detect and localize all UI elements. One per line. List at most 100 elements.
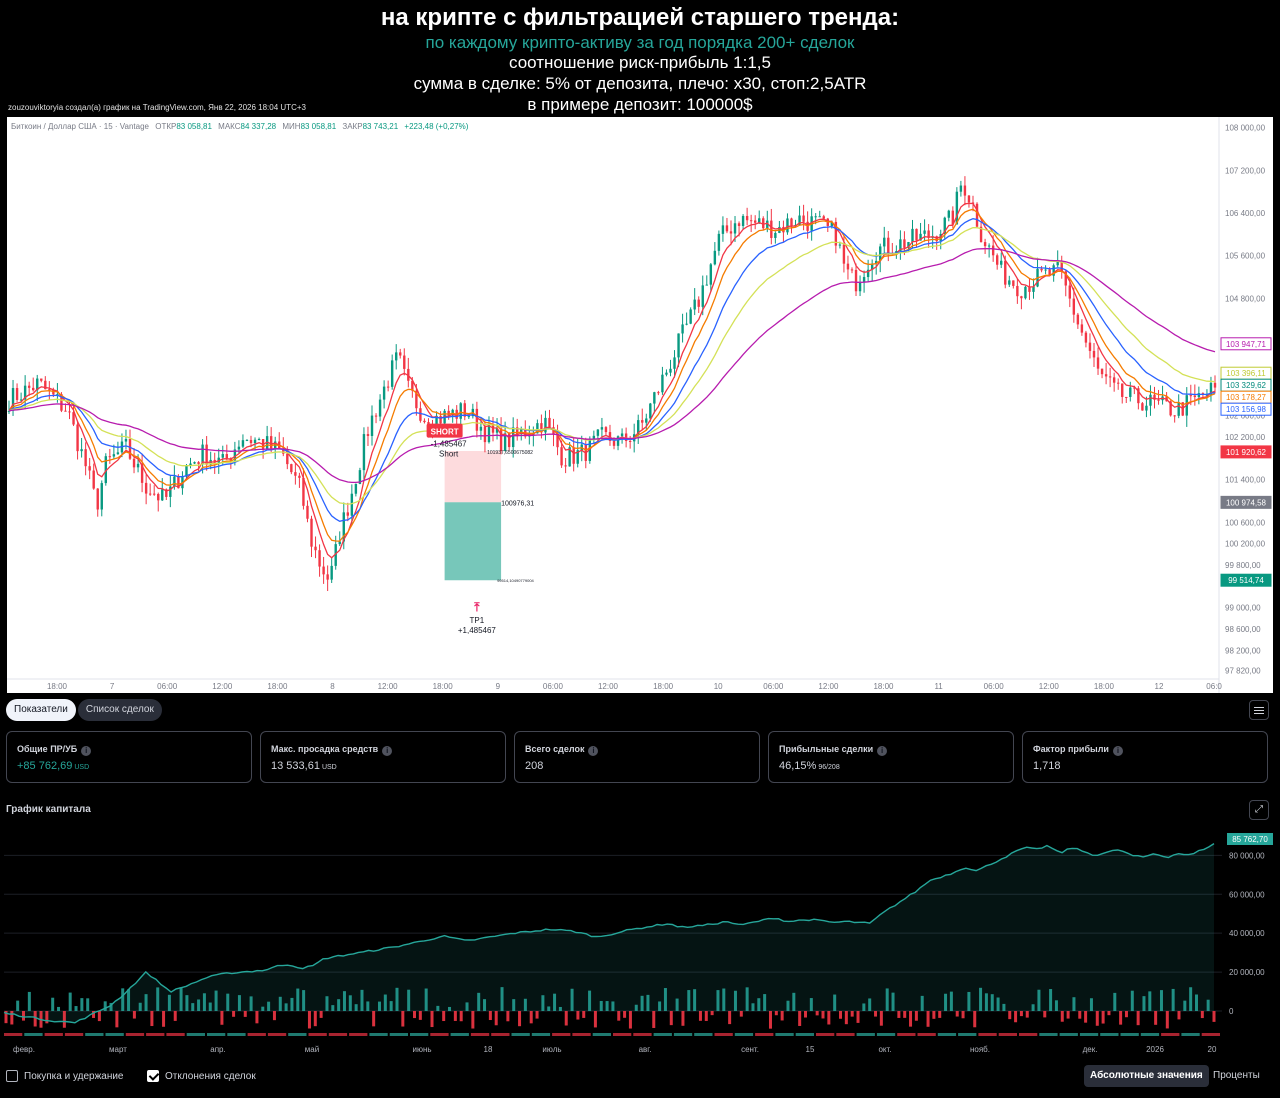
percent-button[interactable]: Проценты [1207,1065,1266,1087]
trade-deviation-bar [319,1011,323,1018]
trade-deviation-bar [757,998,761,1011]
trade-timeline-segment [653,1033,672,1036]
candle-body [1088,342,1092,351]
trade-deviation-bar [979,987,983,1011]
candle-body [314,546,317,551]
candle-body [1072,298,1076,315]
trade-deviation-bar [780,1011,784,1021]
chart-attribution: zouzouviktoryia создал(а) график на Trad… [8,103,306,112]
trade-timeline-segment [613,1033,632,1036]
price-line-label: 103 947,71 [1226,340,1267,349]
trade-deviation-bar [669,1011,673,1026]
candle-body [673,357,676,369]
trade-deviation-bar [1194,994,1198,1011]
price-line-label: 100 974,58 [1226,498,1267,507]
candle-body [846,263,850,270]
candle-body [318,550,321,567]
candle-body [604,427,608,433]
trade-timeline-segment [1059,1033,1078,1036]
candle-body [661,374,664,393]
trade-deviation-bar [272,1011,276,1021]
candle-body [786,218,789,233]
candle-body [499,428,503,451]
trade-deviation-bar [599,1000,603,1011]
candle-body [1129,387,1132,397]
stat-label-text: Макс. просадка средств [271,744,379,754]
trade-deviation-checkbox[interactable] [147,1070,159,1082]
price-line-label: 101 920,62 [1226,448,1267,457]
trade-deviation-bar [179,987,183,1011]
candle-body [1000,260,1003,265]
trade-deviation-bar [617,1011,621,1021]
risk-reward-line: соотношение риск-прибыль 1:1,5 [509,53,771,72]
stat-label: Общие ПР/УБ i [17,744,92,756]
candle-body [310,518,313,547]
absolute-values-button[interactable]: Абсолютные значения [1084,1065,1209,1087]
info-icon[interactable]: i [81,746,92,756]
candle-body [100,483,103,510]
stat-value-text: +85 762,69 [17,760,73,772]
trade-deviation-bar [418,1011,422,1020]
price-chart[interactable]: 108 000,00 107 200,00 106 400,00 105 600,00… [7,117,1273,693]
equity-chart-canvas[interactable]: 80 000,00 60 000,00 40 000,00 20 000,00 0 85 … [0,824,1280,1060]
price-chart-canvas[interactable]: 108 000,00 107 200,00 106 400,00 105 600,00… [7,117,1273,693]
expand-icon[interactable]: ⤢ [1249,800,1269,820]
trade-deviation-bar [990,994,994,1011]
trade-deviation-bar [121,988,125,1011]
candle-body [245,439,249,441]
candle-body [693,299,696,310]
trade-deviation-bar [290,997,294,1011]
buy-hold-checkbox[interactable] [6,1070,18,1082]
time-tick-label: 9 [496,682,501,691]
candle-body [1112,377,1116,383]
info-icon[interactable]: i [382,746,393,756]
trade-deviation-bar [681,1011,685,1026]
candle-body [108,456,112,458]
candle-body [467,416,471,418]
trade-deviation-bar [348,995,352,1011]
trade-deviation-bar [1177,1011,1181,1020]
trade-timeline-segment [1161,1033,1180,1036]
trade-deviation-bar [891,992,895,1011]
trade-deviation-toggle[interactable]: Отклонения сделок [147,1069,256,1083]
candle-body [298,475,301,478]
buy-hold-toggle[interactable]: Покупка и удержание [6,1069,124,1083]
trade-deviation-bar [628,1011,632,1029]
trade-timeline-segment [572,1033,591,1036]
trade-deviation-bar [483,999,487,1011]
trade-timeline-segment [85,1033,104,1036]
trade-timeline-segment [531,1033,551,1036]
trade-timeline-segment [836,1033,855,1036]
time-tick-label: 06:00 [543,682,564,691]
candle-body [374,415,378,417]
info-icon[interactable]: i [1112,746,1123,756]
candle-body [76,424,79,452]
trade-deviation-bar [722,988,726,1011]
candle-body [802,215,805,222]
candle-body [665,372,668,375]
candle-body [362,434,366,471]
ma-purple-line [8,247,1216,484]
trade-deviation-bar [984,993,988,1011]
time-tick-label: 11 [934,682,943,691]
trade-deviation-bar [127,989,131,1011]
tab-trade-list[interactable]: Список сделок [77,699,162,721]
trade-deviation-bar [903,1011,907,1018]
menu-icon[interactable] [1249,700,1269,720]
trade-deviation-bar [1037,989,1041,1011]
trade-deviation-bar [202,993,206,1011]
candle-body [136,463,140,468]
trade-deviation-bar [1136,1011,1140,1026]
equity-chart[interactable]: 80 000,00 60 000,00 40 000,00 20 000,00 0 85 … [0,824,1280,1060]
info-icon[interactable]: i [588,746,599,756]
trade-timeline-segment [978,1033,997,1036]
equity-last-value: 85 762,70 [1232,835,1268,844]
tab-metrics[interactable]: Показатели [6,699,76,721]
trade-deviation-bar [278,996,282,1011]
candle-body [697,299,700,307]
equity-tick-label: 60 000,00 [1229,890,1265,899]
candle-body [459,403,462,419]
equity-time-label: 2026 [1146,1045,1164,1054]
price-tick-label: 100 600,00 [1225,518,1266,527]
info-icon[interactable]: i [877,746,888,756]
